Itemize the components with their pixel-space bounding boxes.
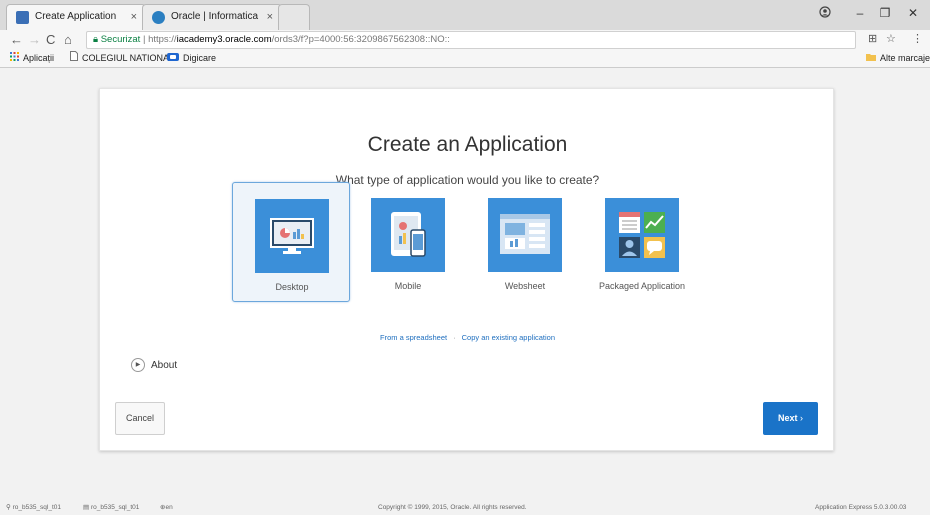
secure-label: Securizat <box>100 34 141 45</box>
tab-close-icon[interactable]: × <box>267 5 273 29</box>
profile-icon[interactable] <box>815 6 835 21</box>
home-icon[interactable]: ⌂ <box>64 31 72 49</box>
copyright-text: Copyright © 1999, 2015, Oracle. All righ… <box>378 504 527 511</box>
digicare-icon <box>167 50 179 67</box>
bookmark-star-icon[interactable]: ☆ <box>886 32 896 45</box>
url-host: iacademy3.oracle.com <box>176 34 272 45</box>
database-icon: ▤ <box>83 504 90 511</box>
play-arrow-icon: ▶ <box>131 358 145 373</box>
copy-existing-application-link[interactable]: Copy an existing application <box>462 333 555 342</box>
about-toggle[interactable]: ▶ About <box>131 358 177 374</box>
next-button[interactable]: Next › <box>763 402 818 435</box>
bookmark-apps[interactable]: Aplicații <box>10 50 54 67</box>
websheet-icon <box>488 198 562 272</box>
bookmark-label: Aplicații <box>23 53 55 63</box>
from-spreadsheet-link[interactable]: From a spreadsheet <box>380 333 447 342</box>
user-label: ro_b535_sql_t01 <box>12 504 62 511</box>
back-arrow-icon[interactable]: ← <box>10 31 23 49</box>
bookmarks-bar: Aplicații COLEGIUL NATIONAL Digicare Alt… <box>0 50 930 68</box>
bookmark-label: COLEGIUL NATIONAL <box>82 53 175 63</box>
create-application-dialog: Create an Application What type of appli… <box>99 88 834 451</box>
chevron-right-icon: › <box>800 413 804 423</box>
language-label: en <box>165 504 173 511</box>
tab-close-icon[interactable]: × <box>131 5 137 29</box>
page-icon <box>70 50 78 67</box>
link-separator: · <box>453 333 456 342</box>
lock-icon: 🔒︎ <box>93 34 99 45</box>
schema-label: ro_b535_sql_t01 <box>90 504 140 511</box>
url-path: /ords3/f?p=4000:56:3209867562308::NO:: <box>271 34 450 45</box>
about-label: About <box>151 360 178 371</box>
forward-arrow-icon[interactable]: → <box>28 31 41 49</box>
page-body: Create an Application What type of appli… <box>0 68 930 515</box>
maximize-button[interactable]: ❐ <box>875 6 895 20</box>
apps-grid-icon <box>10 50 19 67</box>
bookmark-digicare[interactable]: Digicare <box>167 50 216 67</box>
address-bar[interactable]: 🔒︎ Securizat | https://iacademy3.oracle.… <box>86 31 856 49</box>
other-bookmarks-label: Alte marcaje <box>880 53 930 63</box>
menu-icon[interactable]: ⋮ <box>912 32 923 45</box>
bookmark-colegiul[interactable]: COLEGIUL NATIONAL <box>70 50 174 67</box>
alternative-links: From a spreadsheet · Copy an existing appl… <box>100 333 835 342</box>
translate-icon[interactable]: ⊞ <box>868 32 877 45</box>
desktop-icon <box>255 199 329 273</box>
tab-title: Create Application <box>35 11 117 22</box>
new-tab-button[interactable] <box>278 4 310 30</box>
version-text: Application Express 5.0.3.00.03 <box>815 504 907 511</box>
packaged-application-icon <box>605 198 679 272</box>
tab-oracle-informatica[interactable]: Oracle | Informatica × <box>142 4 282 30</box>
wordpress-favicon-icon <box>152 11 165 24</box>
tab-title: Oracle | Informatica <box>171 11 259 22</box>
minimize-button[interactable]: – <box>850 6 870 20</box>
browser-toolbar: ← → C ⌂ 🔒︎ Securizat | https://iacademy3… <box>0 30 930 50</box>
dialog-title: Create an Application <box>367 133 568 156</box>
url-scheme: https:// <box>148 34 177 45</box>
language-selector[interactable]: ⊕en <box>160 500 173 515</box>
tab-strip: Create Application × Oracle | Informatic… <box>0 0 930 30</box>
cancel-button[interactable]: Cancel <box>115 402 165 435</box>
mobile-icon <box>371 198 445 272</box>
reload-icon[interactable]: C <box>46 31 55 49</box>
tab-create-application[interactable]: Create Application × <box>6 4 146 30</box>
schema-info[interactable]: ▤ ro_b535_sql_t01 <box>83 500 139 515</box>
folder-icon <box>866 50 876 67</box>
other-bookmarks[interactable]: Alte marcaje <box>866 50 930 67</box>
user-icon: ⚲ <box>6 504 11 511</box>
apex-favicon-icon <box>16 11 29 24</box>
close-window-button[interactable]: ✕ <box>903 6 923 20</box>
choice-label: Packaged Application <box>598 281 686 291</box>
address-separator: | <box>142 34 146 45</box>
user-info[interactable]: ⚲ ro_b535_sql_t01 <box>6 500 61 515</box>
bookmark-label: Digicare <box>183 53 217 63</box>
next-label: Next <box>777 413 798 423</box>
choice-packaged-application[interactable]: Packaged Application <box>583 182 701 302</box>
apex-footer: ⚲ ro_b535_sql_t01 ▤ ro_b535_sql_t01 ⊕en … <box>0 500 930 515</box>
